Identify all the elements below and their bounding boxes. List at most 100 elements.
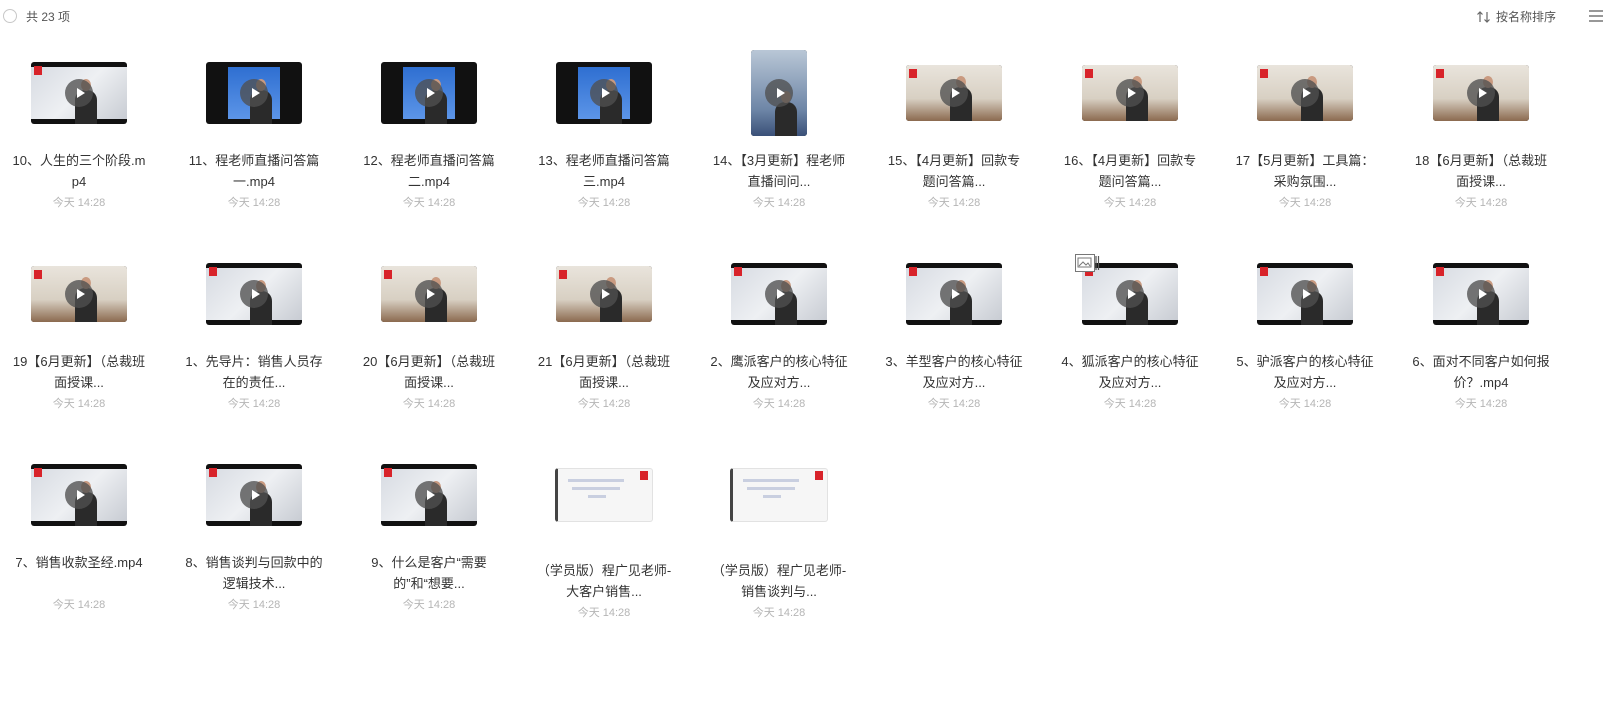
file-name[interactable]: 9、什么是客户“需要的”和“想要... [359, 552, 499, 594]
video-thumbnail[interactable] [1433, 65, 1529, 121]
file-item[interactable]: 17【5月更新】工具篇：采购氛围... 今天 14:28 [1217, 40, 1393, 240]
file-item[interactable]: 19【6月更新】（总裁班面授课... 今天 14:28 [0, 241, 167, 441]
logo-mark [1260, 267, 1268, 276]
file-name[interactable]: 17【5月更新】工具篇：采购氛围... [1235, 150, 1375, 192]
play-icon[interactable] [765, 280, 793, 308]
file-item[interactable]: 11、程老师直播问答篇一.mp4 今天 14:28 [166, 40, 342, 240]
file-name[interactable]: 14、【3月更新】程老师直播间问... [709, 150, 849, 192]
file-name[interactable]: 16、【4月更新】回款专题问答篇... [1060, 150, 1200, 192]
sort-by-name-button[interactable]: 按名称排序 [1477, 8, 1556, 25]
document-thumbnail[interactable] [730, 468, 828, 522]
file-item[interactable]: 4、狐派客户的核心特征及应对方... 今天 14:28 [1042, 241, 1218, 441]
play-icon[interactable] [590, 280, 618, 308]
video-thumbnail[interactable] [906, 65, 1002, 121]
play-icon[interactable] [415, 481, 443, 509]
file-name[interactable]: 15、【4月更新】回款专题问答篇... [884, 150, 1024, 192]
file-item[interactable]: 18【6月更新】（总裁班面授课... 今天 14:28 [1393, 40, 1569, 240]
thumbnail-area [1217, 241, 1393, 347]
play-icon[interactable] [1116, 280, 1144, 308]
video-thumbnail[interactable] [1082, 65, 1178, 121]
select-all-checkbox[interactable] [3, 9, 17, 23]
file-name[interactable]: 8、销售谈判与回款中的逻辑技术... [184, 552, 324, 594]
video-thumbnail[interactable] [1257, 65, 1353, 121]
video-thumbnail[interactable] [381, 62, 477, 124]
video-thumbnail[interactable] [31, 266, 127, 322]
file-name[interactable]: 1、先导片：销售人员存在的责任... [184, 351, 324, 393]
play-icon[interactable] [1116, 79, 1144, 107]
video-thumbnail[interactable] [206, 263, 302, 325]
document-thumbnail[interactable] [555, 468, 653, 522]
file-item[interactable]: 6、面对不同客户如何报价？.mp4 今天 14:28 [1393, 241, 1569, 441]
file-item[interactable]: 3、羊型客户的核心特征及应对方... 今天 14:28 [866, 241, 1042, 441]
file-name[interactable]: 5、驴派客户的核心特征及应对方... [1235, 351, 1375, 393]
play-icon[interactable] [940, 79, 968, 107]
video-thumbnail[interactable] [206, 464, 302, 526]
file-item[interactable]: 10、人生的三个阶段.mp4 今天 14:28 [0, 40, 167, 240]
video-thumbnail[interactable] [1433, 263, 1529, 325]
logo-mark [909, 267, 917, 276]
play-icon[interactable] [240, 79, 268, 107]
file-name[interactable]: 19【6月更新】（总裁班面授课... [9, 351, 149, 393]
video-thumbnail[interactable] [906, 263, 1002, 325]
play-icon[interactable] [1291, 79, 1319, 107]
file-item[interactable]: 8、销售谈判与回款中的逻辑技术... 今天 14:28 [166, 442, 342, 642]
file-item[interactable]: （学员版）程广见老师-销售谈判与... 今天 14:28 [691, 442, 867, 642]
file-item[interactable]: 12、程老师直播问答篇二.mp4 今天 14:28 [341, 40, 517, 240]
play-icon[interactable] [590, 79, 618, 107]
video-thumbnail[interactable] [381, 266, 477, 322]
file-name[interactable]: 21【6月更新】（总裁班面授课... [534, 351, 674, 393]
play-icon[interactable] [240, 481, 268, 509]
file-name[interactable]: 10、人生的三个阶段.mp4 [9, 150, 149, 192]
play-icon[interactable] [1291, 280, 1319, 308]
file-modified-time: 今天 14:28 [227, 197, 281, 209]
file-name[interactable]: 4、狐派客户的核心特征及应对方... [1060, 351, 1200, 393]
file-name[interactable]: 20【6月更新】（总裁班面授课... [359, 351, 499, 393]
video-thumbnail[interactable] [206, 62, 302, 124]
video-thumbnail[interactable] [731, 263, 827, 325]
file-name[interactable]: （学员版）程广见老师-大客户销售... [534, 560, 674, 602]
play-icon[interactable] [765, 79, 793, 107]
file-modified-time: 今天 14:28 [402, 599, 456, 611]
file-name[interactable]: （学员版）程广见老师-销售谈判与... [709, 560, 849, 602]
play-icon[interactable] [65, 481, 93, 509]
play-icon[interactable] [415, 79, 443, 107]
file-name[interactable]: 11、程老师直播问答篇一.mp4 [184, 150, 324, 192]
file-item[interactable]: 15、【4月更新】回款专题问答篇... 今天 14:28 [866, 40, 1042, 240]
file-name[interactable]: 13、程老师直播问答篇三.mp4 [534, 150, 674, 192]
file-name[interactable]: 18【6月更新】（总裁班面授课... [1411, 150, 1551, 192]
play-icon[interactable] [1467, 79, 1495, 107]
file-item[interactable]: 14、【3月更新】程老师直播间问... 今天 14:28 [691, 40, 867, 240]
video-thumbnail[interactable] [31, 62, 127, 124]
file-item[interactable]: （学员版）程广见老师-大客户销售... 今天 14:28 [516, 442, 692, 642]
file-item[interactable]: 16、【4月更新】回款专题问答篇... 今天 14:28 [1042, 40, 1218, 240]
play-icon[interactable] [65, 280, 93, 308]
play-icon[interactable] [415, 280, 443, 308]
sort-icon [1477, 10, 1490, 23]
file-item[interactable]: 2、鹰派客户的核心特征及应对方... 今天 14:28 [691, 241, 867, 441]
video-thumbnail[interactable] [381, 464, 477, 526]
file-item[interactable]: 7、销售收款圣经.mp4 今天 14:28 [0, 442, 167, 642]
logo-mark [384, 270, 392, 279]
thumbnail-area [341, 241, 517, 347]
file-item[interactable]: 13、程老师直播问答篇三.mp4 今天 14:28 [516, 40, 692, 240]
file-item[interactable]: 20【6月更新】（总裁班面授课... 今天 14:28 [341, 241, 517, 441]
file-item[interactable]: 9、什么是客户“需要的”和“想要... 今天 14:28 [341, 442, 517, 642]
video-thumbnail[interactable] [556, 266, 652, 322]
file-name[interactable]: 7、销售收款圣经.mp4 [9, 552, 149, 573]
file-item[interactable]: 5、驴派客户的核心特征及应对方... 今天 14:28 [1217, 241, 1393, 441]
play-icon[interactable] [1467, 280, 1495, 308]
file-name[interactable]: 6、面对不同客户如何报价？.mp4 [1411, 351, 1551, 393]
video-thumbnail[interactable] [31, 464, 127, 526]
video-thumbnail[interactable] [1257, 263, 1353, 325]
play-icon[interactable] [240, 280, 268, 308]
play-icon[interactable] [940, 280, 968, 308]
file-item[interactable]: 1、先导片：销售人员存在的责任... 今天 14:28 [166, 241, 342, 441]
file-name[interactable]: 12、程老师直播问答篇二.mp4 [359, 150, 499, 192]
file-item[interactable]: 21【6月更新】（总裁班面授课... 今天 14:28 [516, 241, 692, 441]
play-icon[interactable] [65, 79, 93, 107]
video-thumbnail[interactable] [556, 62, 652, 124]
file-name[interactable]: 3、羊型客户的核心特征及应对方... [884, 351, 1024, 393]
list-view-icon[interactable] [1588, 9, 1604, 23]
file-name[interactable]: 2、鹰派客户的核心特征及应对方... [709, 351, 849, 393]
video-thumbnail[interactable] [751, 50, 807, 136]
